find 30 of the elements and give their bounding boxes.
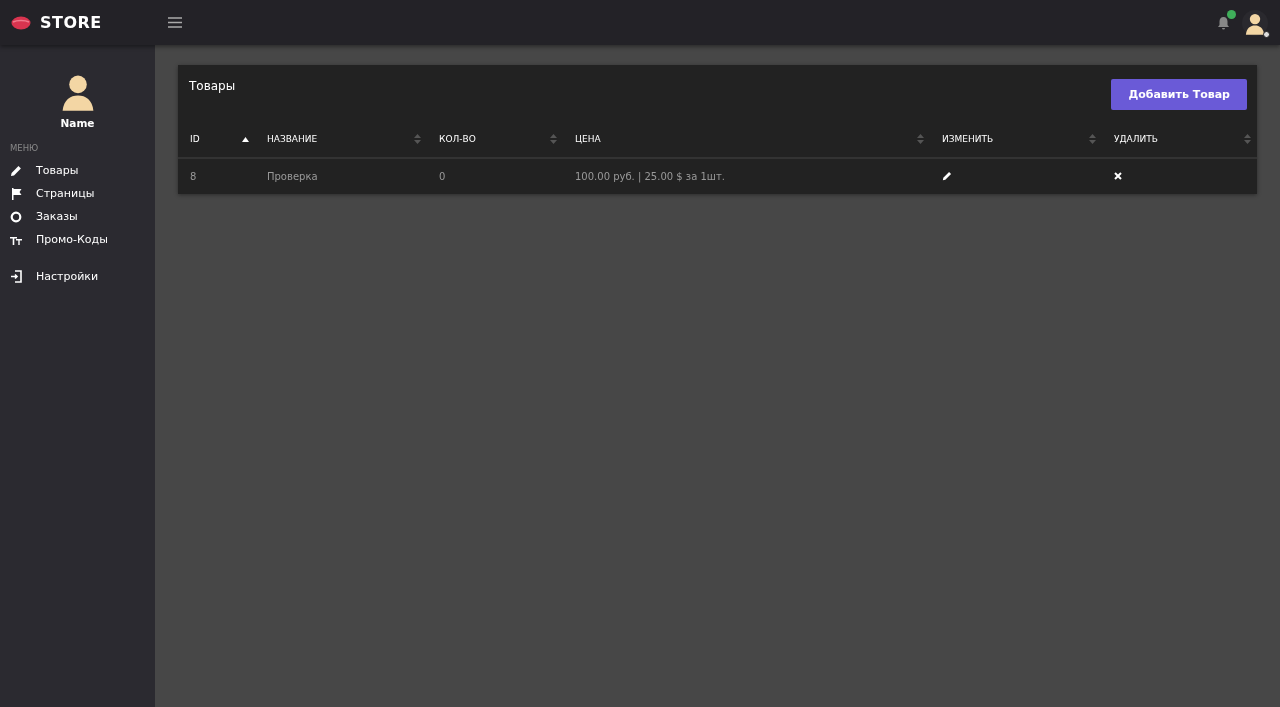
user-name: Name [60,117,95,129]
card-title: Товары [189,79,236,93]
flag-icon [10,187,22,200]
notification-dot-icon [1227,9,1236,19]
column-header[interactable]: ЦЕНА [575,134,601,144]
bell-icon[interactable] [1217,15,1230,30]
sign-in-icon [10,270,22,283]
column-header[interactable]: НАЗВАНИЕ [267,134,318,144]
menu-item[interactable]: Заказы [0,205,155,228]
menu-icon[interactable] [168,17,182,28]
column-header[interactable]: УДАЛИТЬ [1114,134,1158,144]
column-header[interactable]: ID [190,134,200,144]
brand-title: STORE [40,13,102,32]
add-product-button[interactable]: Добавить Товар [1111,79,1247,110]
circle-icon [10,210,22,223]
menu-heading: МЕНЮ [10,143,40,153]
menu-item[interactable]: Настройки [0,265,155,288]
logo-icon [11,15,31,30]
table-cell: Проверка [267,171,318,182]
menu-item[interactable]: Товары [0,159,155,182]
table-cell: 100.00 руб. | 25.00 $ за 1шт. [575,171,725,182]
table-cell: 8 [190,171,197,182]
menu-item[interactable]: Промо-Коды [0,228,155,251]
close-icon[interactable] [1114,172,1122,180]
pencil-icon [10,164,22,177]
pencil-icon[interactable] [942,170,952,181]
table-cell: 0 [439,171,446,182]
column-header[interactable]: ИЗМЕНИТЬ [942,134,994,144]
menu-item[interactable]: Страницы [0,182,155,205]
column-header[interactable]: КОЛ-ВО [439,134,476,144]
